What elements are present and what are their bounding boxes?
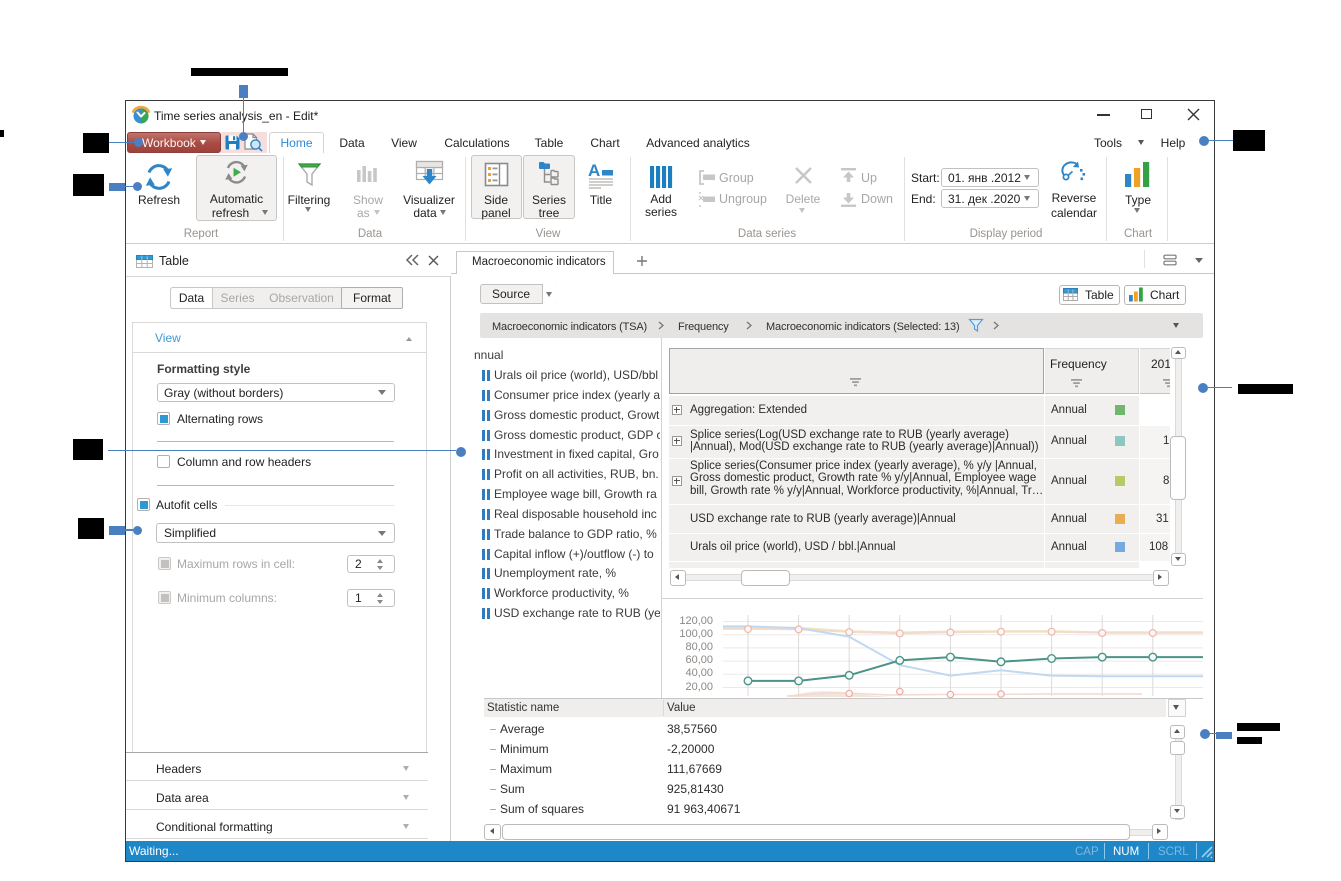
svg-text:A: A bbox=[588, 161, 600, 180]
